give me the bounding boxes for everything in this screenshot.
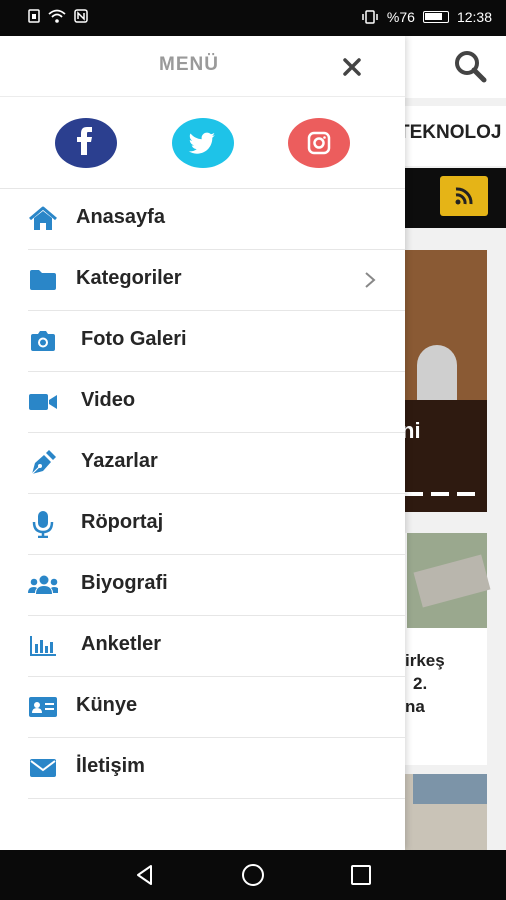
menu-item-foto-galeri[interactable]: Foto Galeri: [0, 311, 405, 371]
menu-title: MENÜ: [159, 54, 219, 75]
hero-slider[interactable]: ni: [395, 250, 487, 512]
nfc-icon: [74, 9, 88, 23]
menu-item-kategoriler[interactable]: Kategoriler: [0, 250, 405, 310]
menu-item-biyografi[interactable]: Biyografi: [0, 555, 405, 615]
chevron-right-icon: [365, 272, 376, 288]
news-card[interactable]: irkeş 2. na: [395, 533, 491, 765]
status-icons-right: %76 12:38: [361, 9, 492, 25]
menu-item-anketler[interactable]: Anketler: [0, 616, 405, 676]
id-card-icon: [29, 697, 57, 717]
news-card[interactable]: [395, 774, 487, 850]
pen-icon: [31, 450, 56, 475]
drawer-header: MENÜ: [0, 36, 405, 97]
wifi-icon: [48, 9, 66, 23]
status-bar: %76 12:38: [0, 0, 506, 36]
battery-percent: %76: [386, 9, 415, 25]
system-navigation-bar: [0, 850, 506, 900]
menu-item-label: Röportaj: [81, 511, 164, 533]
menu-item-label: Foto Galeri: [81, 328, 187, 350]
menu-item-label: Video: [81, 389, 136, 411]
instagram-icon: [307, 131, 331, 155]
tab-teknoloji[interactable]: TEKNOLOJ: [398, 122, 501, 144]
menu-item-iletisim[interactable]: İletişim: [0, 738, 405, 798]
facebook-icon: [77, 127, 92, 155]
menu-item-yazarlar[interactable]: Yazarlar: [0, 433, 405, 493]
folder-icon: [30, 270, 56, 290]
home-button-icon[interactable]: [240, 862, 266, 888]
status-icons-left: [28, 9, 88, 23]
news-card-title: irkeş 2. na: [405, 651, 445, 716]
close-icon[interactable]: [337, 52, 367, 82]
facebook-button[interactable]: [55, 118, 117, 168]
rss-icon: [455, 187, 473, 205]
menu-item-label: Yazarlar: [81, 450, 158, 472]
news-card-image: [407, 533, 491, 628]
video-camera-icon: [29, 394, 57, 410]
menu-item-video[interactable]: Video: [0, 372, 405, 432]
twitter-button[interactable]: [172, 118, 234, 168]
home-icon: [29, 206, 57, 230]
sim-icon: [28, 9, 40, 23]
back-icon[interactable]: [132, 862, 158, 888]
menu-item-label: Anasayfa: [76, 206, 165, 228]
menu-item-anasayfa[interactable]: Anasayfa: [0, 189, 405, 249]
search-icon[interactable]: [452, 48, 488, 84]
menu-item-label: Künye: [76, 694, 138, 716]
envelope-icon: [30, 759, 56, 777]
camera-icon: [31, 331, 55, 351]
menu-item-label: Biyografi: [81, 572, 168, 594]
vibrate-icon: [362, 10, 378, 24]
rss-button[interactable]: [440, 176, 488, 216]
menu-item-label: Anketler: [81, 633, 162, 655]
users-icon: [28, 575, 58, 594]
navigation-drawer: MENÜ Anasayfa Kategoriler Foto Galeri Vi…: [0, 36, 405, 850]
microphone-icon: [32, 511, 54, 538]
menu-item-label: Kategoriler: [76, 267, 182, 289]
menu-item-kunye[interactable]: Künye: [0, 677, 405, 737]
battery-icon: [422, 11, 449, 23]
instagram-button[interactable]: [288, 118, 350, 168]
menu-item-label: İletişim: [76, 755, 145, 777]
menu-item-roportaj[interactable]: Röportaj: [0, 494, 405, 554]
bar-chart-icon: [30, 636, 56, 656]
recents-icon[interactable]: [348, 862, 374, 888]
clock: 12:38: [456, 9, 492, 25]
twitter-icon: [188, 132, 215, 154]
slider-indicators: [405, 492, 483, 496]
